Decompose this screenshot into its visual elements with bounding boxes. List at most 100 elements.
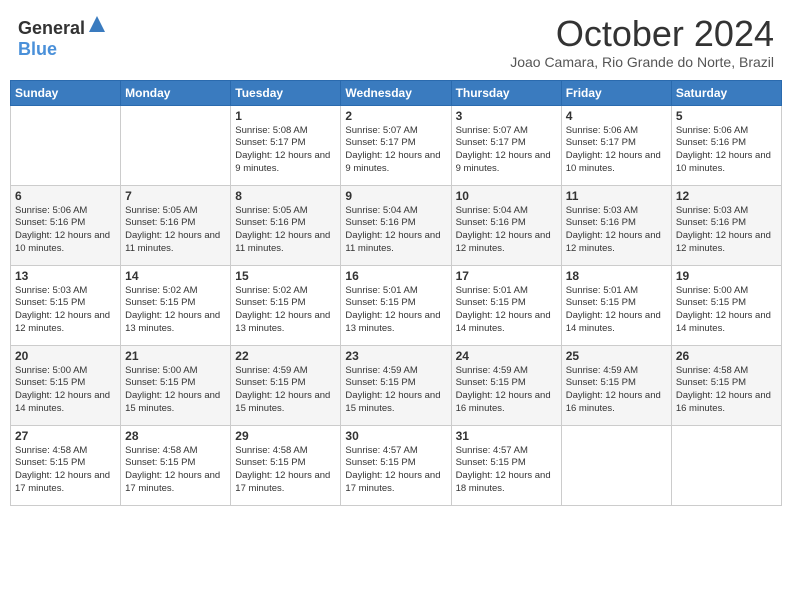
calendar-cell: 31Sunrise: 4:57 AM Sunset: 5:15 PM Dayli… [451,425,561,505]
calendar-cell [121,105,231,185]
day-info: Sunrise: 4:59 AM Sunset: 5:15 PM Dayligh… [566,365,667,416]
day-number: 23 [345,349,446,363]
month-title: October 2024 [510,14,774,54]
day-number: 6 [15,189,116,203]
day-info: Sunrise: 4:58 AM Sunset: 5:15 PM Dayligh… [125,445,226,496]
day-number: 3 [456,109,557,123]
day-number: 28 [125,429,226,443]
calendar-cell: 19Sunrise: 5:00 AM Sunset: 5:15 PM Dayli… [671,265,781,345]
calendar-cell: 13 Sunrise: 5:03 AM Sunset: 5:15 PM Dayli… [11,265,121,345]
calendar-header-sunday: Sunday [11,80,121,105]
calendar-cell [671,425,781,505]
day-info: Sunrise: 5:05 AM Sunset: 5:16 PM Dayligh… [125,205,226,256]
day-number: 11 [566,189,667,203]
calendar-cell: 14 Sunrise: 5:02 AM Sunset: 5:15 PM Dayli… [121,265,231,345]
calendar-cell: 1 Sunrise: 5:08 AM Sunset: 5:17 PM Daylig… [231,105,341,185]
day-info: Sunrise: 5:07 AM Sunset: 5:17 PM Dayligh… [345,125,446,176]
day-number: 12 [676,189,777,203]
calendar-cell: 21 Sunrise: 5:00 AM Sunset: 5:15 PM Dayli… [121,345,231,425]
day-info: Sunrise: 4:58 AM Sunset: 5:15 PM Dayligh… [235,445,336,496]
day-number: 19 [676,269,777,283]
calendar-header-wednesday: Wednesday [341,80,451,105]
day-number: 2 [345,109,446,123]
calendar-cell [561,425,671,505]
calendar-header-tuesday: Tuesday [231,80,341,105]
calendar-cell: 27 Sunrise: 4:58 AM Sunset: 5:15 PM Dayli… [11,425,121,505]
day-info: Sunrise: 5:03 AM Sunset: 5:16 PM Dayligh… [566,205,667,256]
day-info: Sunrise: 4:59 AM Sunset: 5:15 PM Dayligh… [456,365,557,416]
calendar-cell: 18Sunrise: 5:01 AM Sunset: 5:15 PM Dayli… [561,265,671,345]
day-info: Sunrise: 5:01 AM Sunset: 5:15 PM Dayligh… [566,285,667,336]
day-info: Sunrise: 5:03 AM Sunset: 5:15 PM Dayligh… [15,285,116,336]
calendar-cell: 26 Sunrise: 4:58 AM Sunset: 5:15 PM Dayli… [671,345,781,425]
day-info: Sunrise: 5:06 AM Sunset: 5:17 PM Dayligh… [566,125,667,176]
calendar-week-row: 6 Sunrise: 5:06 AM Sunset: 5:16 PM Daylig… [11,185,782,265]
location-subtitle: Joao Camara, Rio Grande do Norte, Brazil [510,54,774,70]
day-info: Sunrise: 5:06 AM Sunset: 5:16 PM Dayligh… [15,205,116,256]
day-number: 30 [345,429,446,443]
day-number: 8 [235,189,336,203]
day-number: 27 [15,429,116,443]
day-info: Sunrise: 4:59 AM Sunset: 5:15 PM Dayligh… [345,365,446,416]
calendar-cell: 11 Sunrise: 5:03 AM Sunset: 5:16 PM Dayli… [561,185,671,265]
day-info: Sunrise: 5:01 AM Sunset: 5:15 PM Dayligh… [456,285,557,336]
day-info: Sunrise: 5:00 AM Sunset: 5:15 PM Dayligh… [125,365,226,416]
calendar-week-row: 27 Sunrise: 4:58 AM Sunset: 5:15 PM Dayli… [11,425,782,505]
day-number: 24 [456,349,557,363]
calendar-cell: 28 Sunrise: 4:58 AM Sunset: 5:15 PM Dayli… [121,425,231,505]
day-number: 21 [125,349,226,363]
day-number: 13 [15,269,116,283]
day-number: 22 [235,349,336,363]
day-info: Sunrise: 5:02 AM Sunset: 5:15 PM Dayligh… [125,285,226,336]
calendar-cell: 12 Sunrise: 5:03 AM Sunset: 5:16 PM Dayli… [671,185,781,265]
logo-icon [87,14,107,34]
calendar-cell: 30 Sunrise: 4:57 AM Sunset: 5:15 PM Dayli… [341,425,451,505]
day-number: 5 [676,109,777,123]
day-info: Sunrise: 5:03 AM Sunset: 5:16 PM Dayligh… [676,205,777,256]
day-number: 1 [235,109,336,123]
day-info: Sunrise: 5:02 AM Sunset: 5:15 PM Dayligh… [235,285,336,336]
day-info: Sunrise: 5:01 AM Sunset: 5:15 PM Dayligh… [345,285,446,336]
calendar-cell: 6 Sunrise: 5:06 AM Sunset: 5:16 PM Daylig… [11,185,121,265]
calendar-header-saturday: Saturday [671,80,781,105]
calendar-cell: 8Sunrise: 5:05 AM Sunset: 5:16 PM Daylig… [231,185,341,265]
calendar-cell: 29 Sunrise: 4:58 AM Sunset: 5:15 PM Dayli… [231,425,341,505]
day-number: 25 [566,349,667,363]
day-number: 10 [456,189,557,203]
calendar-cell: 10 Sunrise: 5:04 AM Sunset: 5:16 PM Dayli… [451,185,561,265]
calendar-cell: 4Sunrise: 5:06 AM Sunset: 5:17 PM Daylig… [561,105,671,185]
logo-general: General [18,18,85,38]
calendar-cell: 22Sunrise: 4:59 AM Sunset: 5:15 PM Dayli… [231,345,341,425]
day-info: Sunrise: 5:07 AM Sunset: 5:17 PM Dayligh… [456,125,557,176]
calendar-cell: 23 Sunrise: 4:59 AM Sunset: 5:15 PM Dayli… [341,345,451,425]
day-info: Sunrise: 4:58 AM Sunset: 5:15 PM Dayligh… [676,365,777,416]
calendar-cell: 25 Sunrise: 4:59 AM Sunset: 5:15 PM Dayli… [561,345,671,425]
day-info: Sunrise: 4:58 AM Sunset: 5:15 PM Dayligh… [15,445,116,496]
calendar-header-row: SundayMondayTuesdayWednesdayThursdayFrid… [11,80,782,105]
logo-blue: Blue [18,39,57,59]
calendar-week-row: 1 Sunrise: 5:08 AM Sunset: 5:17 PM Daylig… [11,105,782,185]
day-info: Sunrise: 5:00 AM Sunset: 5:15 PM Dayligh… [15,365,116,416]
calendar-week-row: 13 Sunrise: 5:03 AM Sunset: 5:15 PM Dayli… [11,265,782,345]
day-number: 14 [125,269,226,283]
calendar-cell: 3 Sunrise: 5:07 AM Sunset: 5:17 PM Daylig… [451,105,561,185]
calendar-cell: 5 Sunrise: 5:06 AM Sunset: 5:16 PM Daylig… [671,105,781,185]
calendar-header-monday: Monday [121,80,231,105]
calendar-cell [11,105,121,185]
calendar-cell: 7Sunrise: 5:05 AM Sunset: 5:16 PM Daylig… [121,185,231,265]
day-info: Sunrise: 4:57 AM Sunset: 5:15 PM Dayligh… [456,445,557,496]
day-number: 20 [15,349,116,363]
day-number: 16 [345,269,446,283]
day-info: Sunrise: 5:08 AM Sunset: 5:17 PM Dayligh… [235,125,336,176]
day-info: Sunrise: 5:06 AM Sunset: 5:16 PM Dayligh… [676,125,777,176]
day-number: 29 [235,429,336,443]
logo: General Blue [18,14,107,60]
calendar-table: SundayMondayTuesdayWednesdayThursdayFrid… [10,80,782,506]
calendar-cell: 16 Sunrise: 5:01 AM Sunset: 5:15 PM Dayli… [341,265,451,345]
day-number: 26 [676,349,777,363]
day-info: Sunrise: 5:04 AM Sunset: 5:16 PM Dayligh… [456,205,557,256]
page-header: General Blue October 2024 Joao Camara, R… [10,10,782,74]
day-info: Sunrise: 4:57 AM Sunset: 5:15 PM Dayligh… [345,445,446,496]
calendar-cell: 17Sunrise: 5:01 AM Sunset: 5:15 PM Dayli… [451,265,561,345]
title-block: October 2024 Joao Camara, Rio Grande do … [510,14,774,70]
